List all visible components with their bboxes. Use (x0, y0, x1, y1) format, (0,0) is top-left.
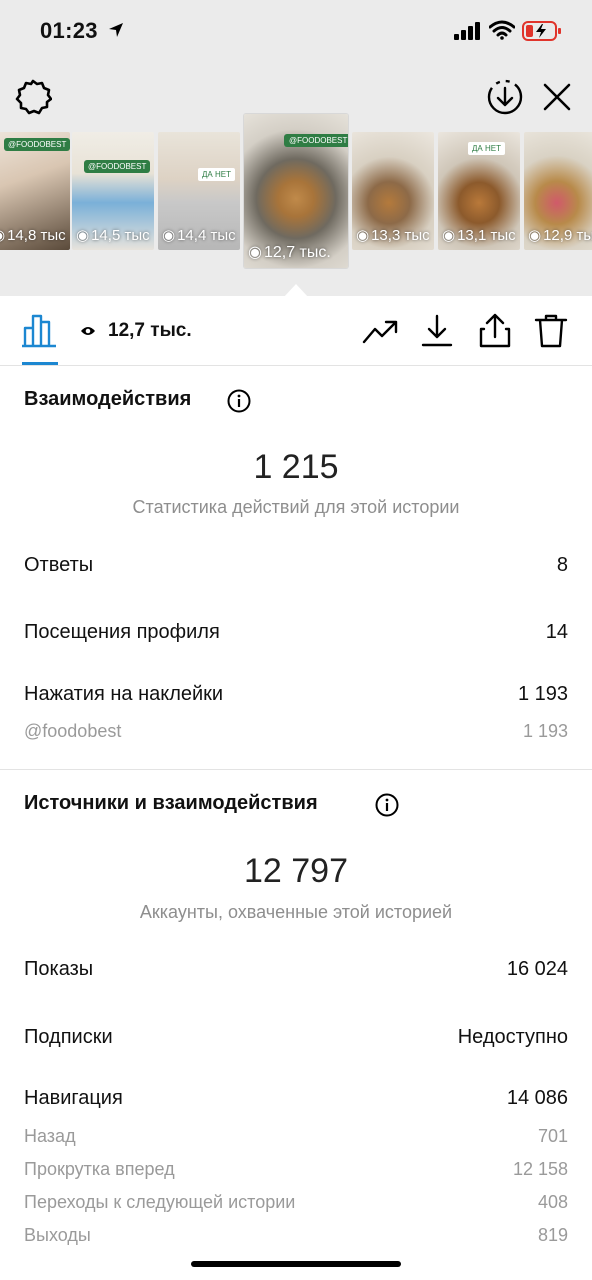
insights-tab-icon[interactable] (22, 312, 58, 348)
interactions-total: 1 215 (253, 448, 339, 486)
story-sticker-text: ДА НЕТ (198, 168, 235, 181)
location-arrow-icon (109, 23, 123, 37)
stat-row-label: Показы (24, 958, 94, 980)
battery-low-icon (522, 21, 561, 41)
status-bar: 01:23 (0, 0, 592, 64)
trash-icon[interactable] (532, 312, 570, 350)
eye-icon: ◉ (442, 227, 456, 244)
share-icon[interactable] (476, 312, 514, 350)
eye-icon: ◉ (528, 227, 542, 244)
active-tab-indicator (22, 362, 58, 365)
story-thumbnail-selected[interactable]: @FOODOBEST ◉ 12,7 тыс. (244, 114, 348, 268)
discovery-total: 12 797 (244, 852, 348, 890)
info-icon[interactable] (375, 793, 399, 817)
stat-subrow-value: 12 158 (512, 1159, 568, 1179)
stat-subrow-value: 701 (537, 1126, 568, 1146)
stat-row-value: 14 (545, 621, 568, 643)
stat-row-label: Навигация (24, 1087, 123, 1109)
eye-icon: ◉ (0, 226, 5, 244)
discovery-title: Источники и взаимодействия (24, 792, 318, 814)
stat-subrow-value: 1 193 (522, 721, 568, 741)
stat-subrow-label: Прокрутка вперед (24, 1159, 175, 1179)
close-icon[interactable] (540, 80, 574, 114)
info-icon[interactable] (227, 389, 251, 413)
stat-row-label: Нажатия на наклейки (24, 683, 224, 705)
eye-icon: ◉ (76, 227, 90, 244)
wifi-icon (489, 20, 515, 40)
story-thumbnail[interactable]: ◉12,9 тыс (524, 132, 592, 250)
eye-icon (81, 327, 95, 335)
home-indicator[interactable] (191, 1261, 401, 1267)
stat-row-label: Посещения профиля (24, 621, 220, 643)
stat-row-value: 14 086 (506, 1087, 568, 1109)
stat-row-value: 8 (556, 554, 568, 576)
stat-subrow-value: 408 (537, 1192, 568, 1212)
save-story-icon[interactable] (486, 78, 524, 116)
interactions-caption: Статистика действий для этой истории (132, 497, 460, 517)
stat-subrow-label: Выходы (24, 1225, 91, 1245)
eye-icon: ◉ (162, 227, 176, 244)
stat-row-value: 16 024 (506, 958, 568, 980)
download-icon[interactable] (418, 312, 456, 350)
story-views: ◉ 13,1 тыс (442, 227, 516, 244)
story-preview-area: 01:23 @FOODOBEST 14,8 тыс @FOODOBEST ◉ 1… (0, 0, 592, 296)
story-sticker-text: @FOODOBEST (4, 138, 70, 151)
insights-toolbar: 12,7 тыс. (0, 296, 592, 366)
story-sticker-text: @FOODOBEST (84, 160, 151, 173)
story-views: ◉ 14,5 тыс (76, 227, 150, 244)
story-views: ◉ 14,4 тыс (162, 227, 236, 244)
story-thumbnail[interactable]: @FOODOBEST ◉ 14,5 тыс (72, 132, 154, 250)
stat-subrow-label: Переходы к следующей истории (24, 1192, 296, 1212)
stories-strip: @FOODOBEST ◉14,8 тыс @FOODOBEST ◉14,5 ты… (0, 114, 592, 270)
stat-row-value: 1 193 (517, 683, 568, 705)
story-views: ◉12,9 тыс (528, 227, 592, 244)
section-divider (0, 769, 592, 770)
story-views-count: 12,7 тыс. (108, 320, 192, 341)
story-views: ◉14,8 тыс (0, 226, 66, 244)
signal-icon (454, 22, 480, 40)
settings-icon[interactable] (14, 78, 52, 116)
discovery-caption: Аккаунты, охваченные этой историей (139, 902, 453, 922)
eye-icon: ◉ (356, 227, 370, 244)
stat-row-label: Ответы (24, 554, 94, 576)
stat-subrow-value: 819 (537, 1225, 568, 1245)
story-thumbnail[interactable]: ◉ 13,3 тыс (352, 132, 434, 250)
story-sticker-text: @FOODOBEST (284, 134, 348, 147)
status-time: 01:23 (40, 18, 98, 43)
interactions-title: Взаимодействия (24, 388, 192, 410)
trend-icon[interactable] (362, 312, 400, 350)
stat-subrow-label: Назад (24, 1126, 76, 1146)
story-thumbnail[interactable]: ДА НЕТ ◉ 13,1 тыс (438, 132, 520, 250)
stat-row-value: Недоступно (457, 1026, 568, 1048)
stat-row-label: Подписки (24, 1026, 113, 1048)
story-views: ◉ 13,3 тыс (356, 227, 430, 244)
story-thumbnail[interactable]: ДА НЕТ ◉ 14,4 тыс (158, 132, 240, 250)
eye-icon: ◉ (248, 244, 262, 261)
story-thumbnail[interactable]: @FOODOBEST ◉14,8 тыс (0, 132, 70, 250)
story-views: ◉ 12,7 тыс. (248, 244, 331, 261)
stat-subrow-label: @foodobest (24, 721, 122, 741)
story-sticker-text: ДА НЕТ (468, 142, 505, 155)
